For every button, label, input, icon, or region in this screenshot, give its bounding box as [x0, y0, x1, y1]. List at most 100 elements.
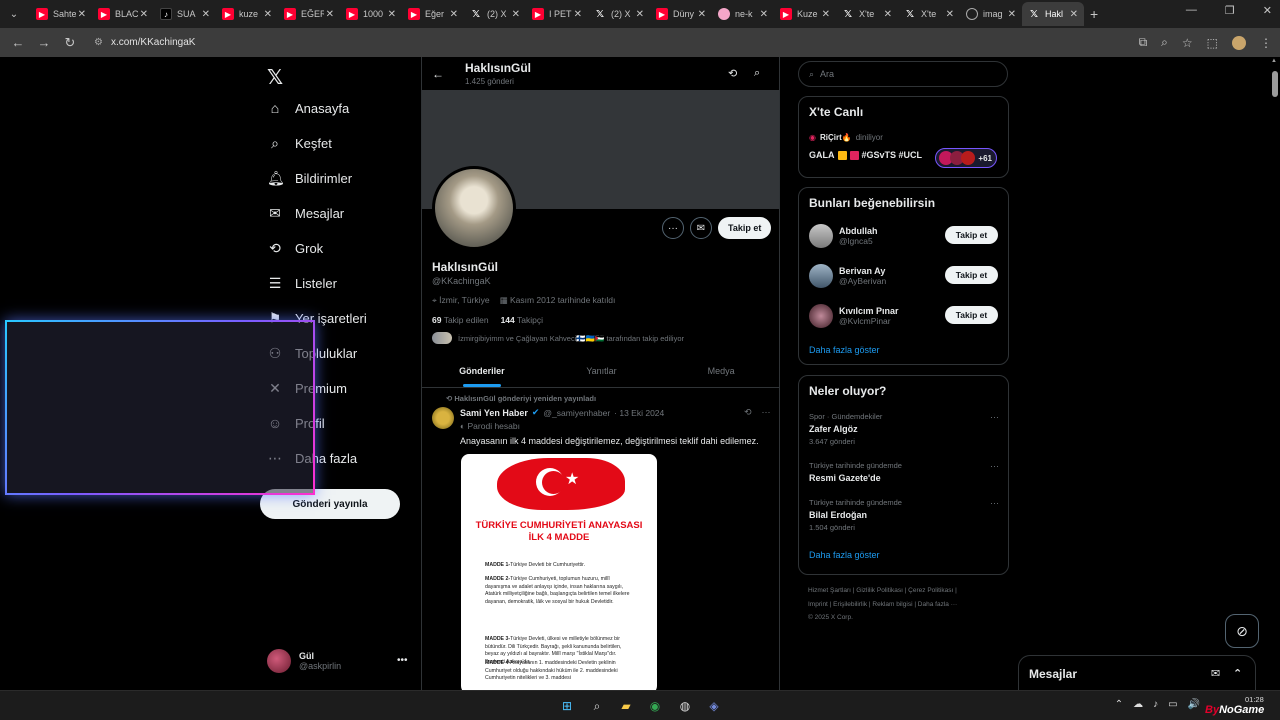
display-icon[interactable]: ▭ — [1168, 699, 1177, 710]
nav-item-mail[interactable]: ✉ Mesajlar — [267, 205, 344, 222]
profile-tab[interactable]: Gönderiler — [422, 354, 542, 387]
more-options-icon[interactable]: ··· — [662, 217, 684, 239]
clock[interactable]: 01:28 — [1245, 695, 1264, 704]
back-icon[interactable]: ← — [8, 35, 28, 50]
trend-more-icon[interactable]: ··· — [990, 461, 999, 471]
network-icon[interactable]: ☁ — [1133, 699, 1143, 710]
close-tab-icon[interactable]: ✕ — [822, 9, 830, 20]
expand-icon[interactable]: ⌃ — [1233, 667, 1242, 680]
suggested-user[interactable]: Kıvılcım Pınar @KvlcmPinar Takip et — [809, 304, 999, 328]
site-info-icon[interactable]: ⚙ — [94, 37, 103, 48]
close-tab-icon[interactable]: ✕ — [450, 9, 458, 20]
scrollbar[interactable]: ▲ — [1270, 57, 1280, 690]
browser-tab[interactable]: ▶ Düny ✕ — [650, 2, 712, 26]
profile-tab[interactable]: Yanıtlar — [542, 354, 662, 387]
profile-avatar-icon[interactable] — [1232, 35, 1246, 50]
show-more-link[interactable]: Daha fazla göster — [809, 345, 880, 355]
footer-line[interactable]: Imprint | Erişilebilirlik | Reklam bilgi… — [808, 598, 1003, 612]
close-tab-icon[interactable]: ✕ — [760, 9, 768, 20]
close-tab-icon[interactable]: ✕ — [946, 9, 954, 20]
follow-button[interactable]: Takip et — [945, 306, 998, 324]
scrollbar-thumb[interactable] — [1272, 71, 1278, 97]
close-tab-icon[interactable]: ✕ — [140, 9, 148, 20]
following-link[interactable]: 69 Takip edilen — [432, 315, 489, 325]
new-tab-icon[interactable]: + — [1090, 6, 1098, 22]
obs-icon[interactable]: ◍ — [676, 697, 694, 715]
grok-fab-icon[interactable]: ⊘ — [1225, 614, 1259, 648]
browser-tab[interactable]: 𝕏 X'te ✕ — [836, 2, 898, 26]
trend-more-icon[interactable]: ··· — [990, 498, 999, 508]
browser-tab[interactable]: ne-k ✕ — [712, 2, 774, 26]
tweet-author[interactable]: Sami Yen Haber — [460, 408, 528, 418]
browser-tab[interactable]: ▶ kuze ✕ — [216, 2, 278, 26]
trend-item[interactable]: Türkiye tarihinde gündemde Bilal Erdoğan 1… — [809, 498, 999, 532]
back-arrow-icon[interactable]: ← — [432, 67, 444, 81]
browser-tab[interactable]: ▶ 1000 ✕ — [340, 2, 402, 26]
browser-tab[interactable]: ▶ Kuze ✕ — [774, 2, 836, 26]
mic-icon[interactable]: ♪ — [1153, 699, 1158, 710]
browser-tab[interactable]: imag ✕ — [960, 2, 1022, 26]
nav-item-search[interactable]: ⌕ Keşfet — [267, 135, 332, 152]
trend-item[interactable]: Spor · Gündemdekiler Zafer Algöz 3.647 gön… — [809, 412, 999, 446]
nav-item-grok[interactable]: ⟲ Grok — [267, 240, 323, 257]
nav-item-bell[interactable]: 🔔︎ Bildirimler — [267, 170, 352, 187]
close-tab-icon[interactable]: ✕ — [1070, 9, 1078, 20]
taskbar-search-icon[interactable]: ⌕ — [588, 697, 606, 715]
tweet-date[interactable]: · 13 Eki 2024 — [614, 408, 664, 418]
x-logo-icon[interactable]: 𝕏 — [267, 65, 283, 90]
close-tab-icon[interactable]: ✕ — [636, 9, 644, 20]
tweet-avatar[interactable] — [432, 407, 454, 429]
close-tab-icon[interactable]: ✕ — [574, 9, 582, 20]
browser-tab[interactable]: ▶ EĞER ✕ — [278, 2, 340, 26]
account-switcher[interactable]: Gül @askpirlin — [267, 649, 341, 673]
address-bar[interactable]: ⚙ x.com/KKachingaK — [86, 32, 1139, 54]
trend-item[interactable]: Türkiye tarihinde gündemde Resmi Gazete'd… — [809, 461, 999, 486]
close-tab-icon[interactable]: ✕ — [388, 9, 396, 20]
browser-menu-icon[interactable]: ⋮ — [1260, 36, 1272, 50]
tray-chevron-icon[interactable]: ⌃ — [1115, 699, 1123, 710]
scroll-up-icon[interactable]: ▲ — [1271, 58, 1277, 64]
follow-button[interactable]: Takip et — [945, 266, 998, 284]
volume-icon[interactable]: 🔊 — [1188, 699, 1200, 710]
browser-tab[interactable]: 𝕏 (2) X ✕ — [588, 2, 650, 26]
discord-icon[interactable]: ◈ — [705, 697, 723, 715]
show-more-trends-link[interactable]: Daha fazla göster — [809, 550, 880, 560]
close-tab-icon[interactable]: ✕ — [326, 9, 334, 20]
install-icon[interactable]: ⧉ — [1139, 35, 1148, 50]
tweet-more-icon[interactable]: ··· — [762, 407, 771, 418]
new-message-icon[interactable]: ✉ — [1211, 667, 1220, 680]
forward-icon[interactable]: → — [34, 35, 54, 50]
live-topic[interactable]: GALA #GSvTS #UCL — [809, 150, 922, 160]
profile-avatar[interactable] — [432, 166, 516, 250]
extensions-icon[interactable]: ⬚ — [1207, 36, 1218, 50]
close-tab-icon[interactable]: ✕ — [202, 9, 210, 20]
suggested-user[interactable]: Abdullah @lgnca5 Takip et — [809, 224, 999, 248]
browser-tab[interactable]: 𝕏 (2) X ✕ — [464, 2, 526, 26]
tweet-handle[interactable]: @_samiyenhaber — [543, 408, 610, 418]
browser-tab[interactable]: ▶ Sahte ✕ — [30, 2, 92, 26]
grok-icon[interactable]: ⟲ — [728, 67, 737, 80]
zoom-icon[interactable]: ⌕ — [1161, 35, 1168, 50]
profile-tab[interactable]: Medya — [661, 354, 779, 387]
tweet-image[interactable]: ★ TÜRKİYE CUMHURİYETİ ANAYASASI İLK 4 MA… — [461, 454, 657, 690]
footer-line[interactable]: Hizmet Şartları | Gizlilik Politikası | … — [808, 584, 1003, 598]
live-host[interactable]: ◉ RiÇirt🔥 diniliyor — [809, 133, 883, 142]
message-icon[interactable]: ✉ — [690, 217, 712, 239]
file-explorer-icon[interactable]: ▰ — [617, 697, 635, 715]
follow-button[interactable]: Takip et — [945, 226, 998, 244]
minimize-icon[interactable]: — — [1186, 4, 1197, 17]
start-icon[interactable]: ⊞ — [558, 697, 576, 715]
follow-button[interactable]: Takip et — [718, 217, 772, 239]
close-tab-icon[interactable]: ✕ — [78, 9, 86, 20]
grok-explain-icon[interactable]: ⟲ — [744, 407, 752, 418]
suggested-user[interactable]: Berivan Ay @AyBerivan Takip et — [809, 264, 999, 288]
browser-tab[interactable]: 𝕏 X'te ✕ — [898, 2, 960, 26]
browser-tab[interactable]: ▶ Eğer ✕ — [402, 2, 464, 26]
trend-more-icon[interactable]: ··· — [990, 412, 999, 422]
messages-drawer[interactable]: Mesajlar ✉ ⌃ — [1018, 655, 1256, 690]
reload-icon[interactable]: ↻ — [60, 35, 80, 51]
browser-tab[interactable]: 𝕏 Hakl ✕ — [1022, 2, 1084, 26]
close-window-icon[interactable]: ✕ — [1263, 4, 1272, 17]
search-input[interactable]: ⌕ Ara — [798, 61, 1008, 87]
search-icon[interactable]: ⌕ — [754, 67, 760, 80]
